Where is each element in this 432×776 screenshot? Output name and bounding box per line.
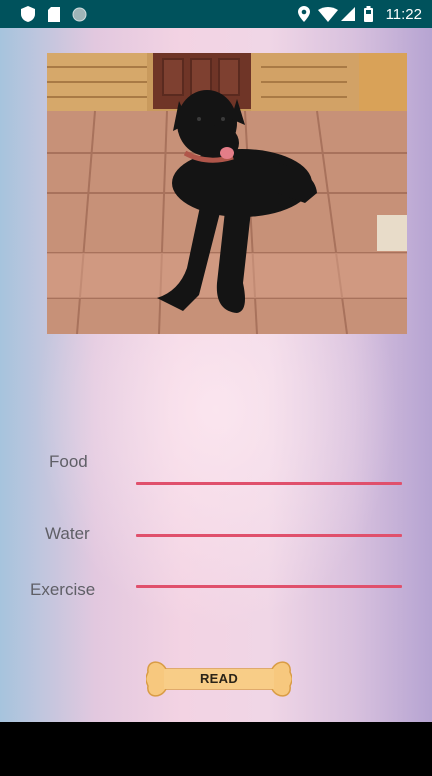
food-input-underline [136, 482, 402, 485]
shield-icon [20, 0, 36, 28]
location-pin-icon [297, 0, 311, 28]
status-bar: 11:22 [0, 0, 432, 28]
exercise-input[interactable] [136, 559, 402, 585]
read-button-label: READ [199, 671, 239, 686]
water-input[interactable] [136, 508, 402, 534]
app-content: Food Water Exercise READ [0, 28, 432, 722]
exercise-input-underline [136, 585, 402, 588]
exercise-label: Exercise [30, 580, 96, 599]
sd-card-icon [46, 0, 62, 28]
cell-signal-icon [340, 0, 356, 28]
read-button[interactable]: READ [145, 658, 293, 700]
navigation-bar-area [0, 722, 432, 776]
water-input-underline [136, 534, 402, 537]
water-label: Water [45, 524, 90, 543]
battery-icon [362, 0, 374, 28]
screen: 11:22 Food Water Exercise READ [0, 0, 432, 776]
circle-notification-icon [71, 0, 87, 28]
clock: 11:22 [385, 6, 422, 23]
food-input[interactable] [136, 456, 402, 482]
dog-photo [47, 53, 407, 334]
wifi-icon [317, 0, 339, 28]
food-label: Food [49, 452, 88, 471]
